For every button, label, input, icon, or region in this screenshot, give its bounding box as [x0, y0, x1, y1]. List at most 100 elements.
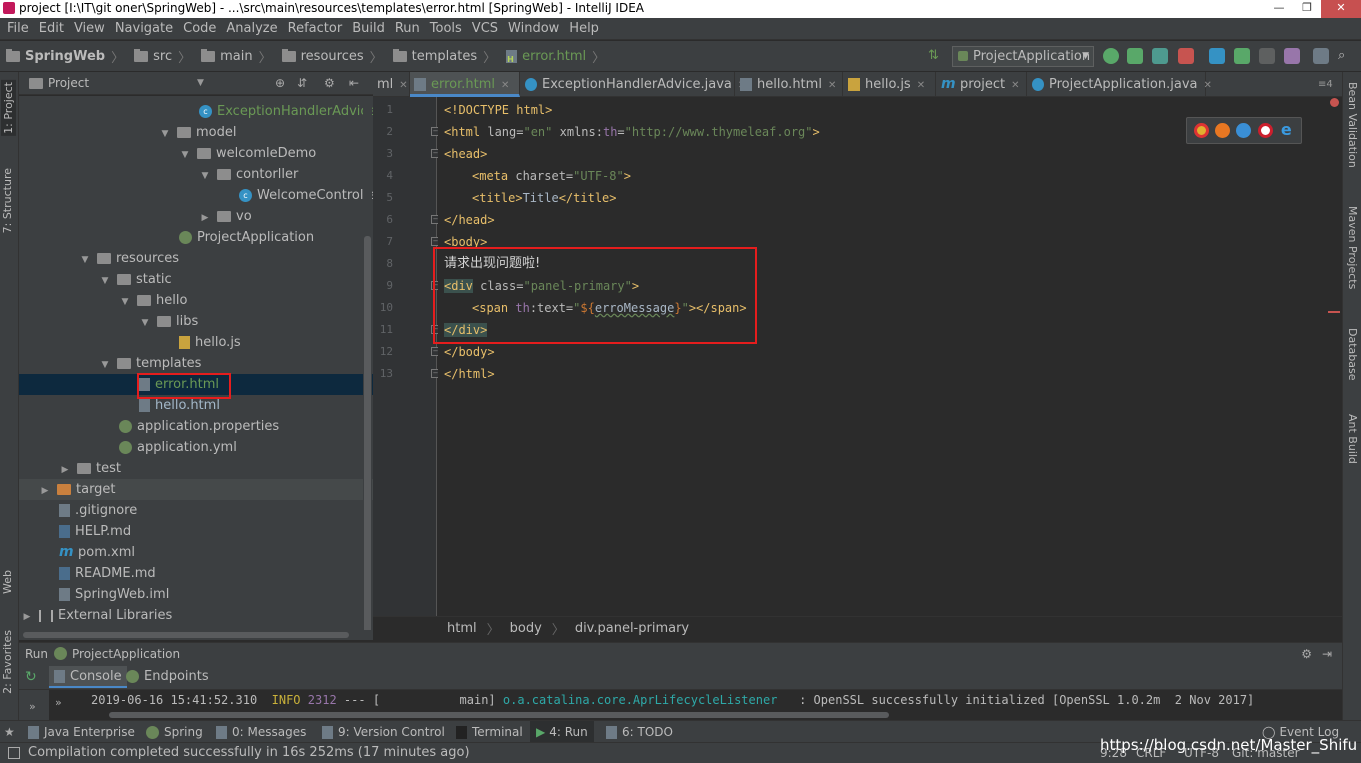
menu-window[interactable]: Window — [503, 21, 564, 36]
tool-tab-bean-validation[interactable]: Bean Validation — [1346, 82, 1359, 168]
tool-run[interactable]: ▶ 4: Run — [530, 721, 594, 743]
chevron-down-icon[interactable]: ▼ — [179, 145, 191, 166]
tree-item[interactable]: ▼ static — [19, 269, 373, 290]
tree-item[interactable]: ▼ resources — [19, 248, 373, 269]
gear-icon[interactable]: ⚙ — [1301, 647, 1312, 661]
tool-java-enterprise[interactable]: Java Enterprise — [28, 721, 135, 743]
vcs-commit-icon[interactable] — [1234, 48, 1250, 64]
vcs-revert-icon[interactable] — [1284, 48, 1300, 64]
chevron-right-icon[interactable]: ▶ — [39, 481, 51, 502]
close-icon[interactable]: ✕ — [828, 80, 836, 91]
tree-item[interactable]: .gitignore — [19, 500, 373, 521]
menu-tools[interactable]: Tools — [425, 21, 467, 36]
menu-help[interactable]: Help — [564, 21, 604, 36]
menu-navigate[interactable]: Navigate — [110, 21, 178, 36]
opera-icon[interactable] — [1257, 123, 1273, 138]
tab-hello-html[interactable]: hello.html ✕ — [736, 72, 843, 97]
chevron-right-icon[interactable]: ▶ — [199, 208, 211, 229]
menu-view[interactable]: View — [69, 21, 110, 36]
tool-todo[interactable]: 6: TODO — [606, 721, 673, 743]
close-icon[interactable]: ✕ — [917, 80, 925, 91]
firefox-icon[interactable] — [1215, 123, 1231, 138]
tree-item[interactable]: ▼ contorller — [19, 164, 373, 185]
error-stripe-mark[interactable] — [1328, 311, 1340, 313]
tab-error-html[interactable]: error.html ✕ — [410, 72, 520, 97]
menu-code[interactable]: Code — [178, 21, 221, 36]
tool-messages[interactable]: 0: Messages — [216, 721, 306, 743]
rerun-icon[interactable]: ↻ — [25, 669, 37, 685]
close-icon[interactable]: ✕ — [501, 80, 509, 91]
close-icon[interactable]: ✕ — [1011, 80, 1019, 91]
menu-analyze[interactable]: Analyze — [221, 21, 282, 36]
tab-project-pom[interactable]: m project ✕ — [937, 72, 1027, 97]
chevron-down-icon[interactable]: ▼ — [119, 292, 131, 313]
build-arrows-icon[interactable]: ⇅ — [928, 48, 944, 64]
tree-item[interactable]: application.yml — [19, 437, 373, 458]
scrollbar-thumb[interactable] — [364, 236, 371, 636]
search-icon[interactable]: ⌕ — [1338, 48, 1354, 64]
chevron-down-icon[interactable]: ▼ — [79, 250, 91, 271]
menu-edit[interactable]: Edit — [34, 21, 69, 36]
tree-item[interactable]: ▼ hello — [19, 290, 373, 311]
tree-item[interactable]: m pom.xml — [19, 542, 373, 563]
tree-item[interactable]: c WelcomeController — [19, 185, 373, 206]
hide-icon[interactable]: ⇤ — [349, 76, 359, 90]
breadcrumb-div[interactable]: div.panel-primary — [575, 621, 689, 636]
tree-item[interactable]: ▶ target — [19, 479, 373, 500]
scrollbar-thumb[interactable] — [23, 632, 349, 638]
tool-version-control[interactable]: 9: Version Control — [322, 721, 445, 743]
coverage-icon[interactable] — [1152, 48, 1168, 64]
menu-file[interactable]: File — [2, 21, 34, 36]
project-view-select[interactable]: Project — [48, 76, 89, 90]
run-configuration-select[interactable]: ProjectApplication ▼ — [952, 46, 1094, 67]
tree-item[interactable]: hello.js — [19, 332, 373, 353]
tab-ml[interactable]: ml ✕ — [373, 72, 410, 97]
breadcrumb-body[interactable]: body — [510, 621, 542, 636]
chevron-right-icon[interactable]: ▶ — [59, 460, 71, 481]
menu-build[interactable]: Build — [347, 21, 390, 36]
chrome-icon[interactable] — [1194, 123, 1210, 138]
tree-item[interactable]: ▶ External Libraries — [19, 605, 373, 626]
nav-crumb-main[interactable]: main 〉 — [201, 47, 278, 66]
expand-icon[interactable]: » — [29, 700, 36, 713]
tool-tab-maven[interactable]: Maven Projects — [1346, 206, 1359, 289]
vcs-update-icon[interactable] — [1209, 48, 1225, 64]
chevron-down-icon[interactable]: ▼ — [197, 78, 204, 88]
stop-icon[interactable] — [1178, 48, 1194, 64]
tree-item[interactable]: c ExceptionHandlerAdvice — [19, 101, 373, 122]
tree-item[interactable]: ProjectApplication — [19, 227, 373, 248]
nav-crumb-resources[interactable]: resources 〉 — [281, 47, 389, 66]
tree-item[interactable]: README.md — [19, 563, 373, 584]
menu-refactor[interactable]: Refactor — [283, 21, 348, 36]
tool-tab-ant-build[interactable]: Ant Build — [1346, 414, 1359, 464]
tree-item[interactable]: ▼ welcomleDemo — [19, 143, 373, 164]
tab-project-application[interactable]: ProjectApplication.java ✕ — [1028, 72, 1212, 97]
tab-exception-handler[interactable]: ExceptionHandlerAdvice.java✕ — [521, 72, 746, 97]
project-scrollbar[interactable] — [363, 96, 372, 636]
maximize-icon[interactable]: ❐ — [1293, 0, 1321, 18]
safari-icon[interactable] — [1236, 123, 1252, 138]
project-structure-icon[interactable] — [1313, 48, 1329, 64]
tree-item[interactable]: ▼ libs — [19, 311, 373, 332]
hide-icon[interactable]: ⇥ — [1322, 647, 1332, 661]
tree-item[interactable]: HELP.md — [19, 521, 373, 542]
minimize-icon[interactable]: — — [1265, 0, 1293, 18]
tree-item[interactable]: ▶ test — [19, 458, 373, 479]
tool-tab-database[interactable]: Database — [1346, 328, 1359, 381]
tool-tab-favorites[interactable]: 2: Favorites — [1, 630, 14, 694]
tool-tab-web[interactable]: Web — [1, 570, 14, 594]
tree-item[interactable]: ▼ templates — [19, 353, 373, 374]
status-toggle-icon[interactable] — [8, 747, 20, 759]
status-message[interactable]: Compilation completed successfully in 16… — [28, 743, 470, 763]
nav-crumb-project[interactable]: SpringWeb 〉 — [6, 47, 130, 66]
tool-tab-structure[interactable]: 7: Structure — [1, 168, 14, 233]
error-indicator-icon[interactable] — [1330, 98, 1339, 107]
tabs-overflow-button[interactable]: ≡4 — [1318, 72, 1333, 97]
console-output[interactable]: » 2019-06-16 15:41:52.310 INFO 2312 --- … — [49, 690, 1342, 720]
ie-icon[interactable]: e — [1279, 122, 1294, 138]
nav-crumb-src[interactable]: src 〉 — [134, 47, 197, 66]
close-icon[interactable]: ✕ — [1203, 80, 1211, 91]
collapse-icon[interactable]: ⇵ — [297, 76, 307, 90]
console-scrollbar-thumb[interactable] — [109, 712, 889, 718]
tab-hello-js[interactable]: hello.js ✕ — [844, 72, 936, 97]
